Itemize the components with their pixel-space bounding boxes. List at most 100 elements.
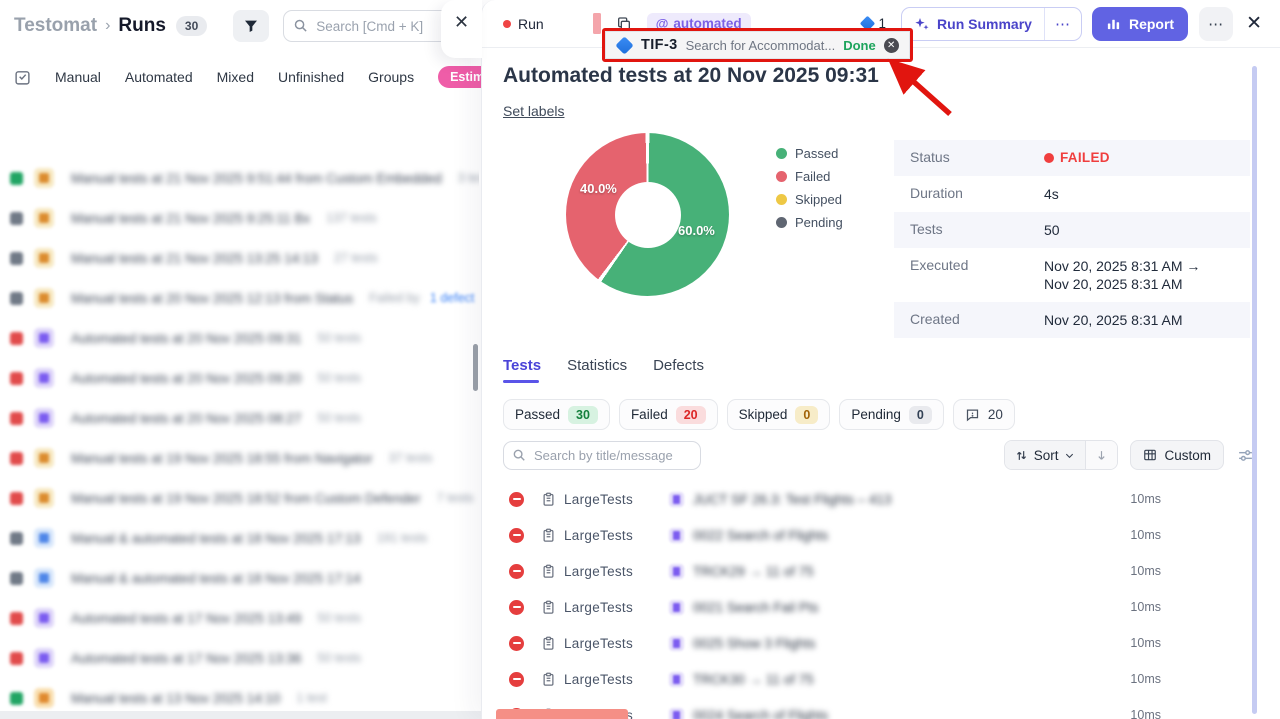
run-list-item[interactable]: Automated tests at 17 Nov 2025 13:36 50 … xyxy=(0,638,479,678)
tab-mixed[interactable]: Mixed xyxy=(217,69,254,85)
run-item-meta: 3 tests xyxy=(458,171,479,185)
sort-button[interactable]: Sort xyxy=(1005,441,1086,469)
run-title: Automated tests at 20 Nov 2025 09:31 xyxy=(503,64,879,88)
test-tag-icon xyxy=(669,636,684,651)
jira-issue-tooltip[interactable]: TIF-3 Search for Accommodat... Done ✕ xyxy=(605,31,910,59)
issue-summary: Search for Accommodat... xyxy=(686,38,836,53)
filter-count-badge: 0 xyxy=(909,406,932,424)
filter-label: Failed xyxy=(631,407,668,422)
run-status-icon xyxy=(10,572,23,585)
tab-defects[interactable]: Defects xyxy=(653,357,704,383)
info-row: Created Nov 20, 2025 8:31 AM xyxy=(894,302,1250,338)
run-list-item[interactable]: Automated tests at 17 Nov 2025 13:49 50 … xyxy=(0,598,479,638)
left-scrollbar[interactable] xyxy=(473,344,478,391)
sparkles-icon xyxy=(914,16,930,32)
run-summary-button[interactable]: Run Summary ⋯ xyxy=(901,7,1082,41)
test-list-item[interactable]: LargeTests 0022 Search of Flights 10ms xyxy=(503,517,1254,553)
run-item-title: Manual tests at 21 Nov 2025 9:25:11 Bx xyxy=(71,211,310,226)
test-list-item[interactable]: LargeTests 0025 Show 3 Flights 10ms xyxy=(503,625,1254,661)
test-tag-icon xyxy=(669,564,684,579)
test-suite-label: LargeTests xyxy=(564,564,633,579)
test-suite-label: LargeTests xyxy=(564,492,633,507)
filter-failed[interactable]: Failed 20 xyxy=(619,399,718,430)
info-row: Executed Nov 20, 2025 8:31 AM →Nov 20, 2… xyxy=(894,248,1250,302)
checklist-icon[interactable] xyxy=(14,69,31,86)
run-list-item[interactable]: Automated tests at 20 Nov 2025 09:20 50 … xyxy=(0,358,479,398)
filter-button[interactable] xyxy=(233,10,269,42)
run-type-icon xyxy=(34,648,54,668)
filter-pending[interactable]: Pending 0 xyxy=(839,399,944,430)
runs-list-panel: Testomat › Runs 30 Manual Automated Mixe… xyxy=(0,0,481,719)
tab-statistics[interactable]: Statistics xyxy=(567,357,627,383)
sort-control: Sort xyxy=(1004,440,1119,470)
report-button[interactable]: Report xyxy=(1092,7,1188,41)
set-labels-link[interactable]: Set labels xyxy=(503,103,564,119)
test-title: 0022 Search of Flights xyxy=(693,528,828,543)
test-list-item[interactable]: LargeTests 0021 Search Fail Pts 10ms xyxy=(503,589,1254,625)
donut-hole xyxy=(615,182,681,248)
partial-row-highlight xyxy=(496,709,628,719)
run-list-item[interactable]: Manual tests at 21 Nov 2025 13:25 14:13 … xyxy=(0,238,479,278)
tab-tests[interactable]: Tests xyxy=(503,357,541,383)
test-tag-icon xyxy=(669,528,684,543)
run-list-item[interactable]: Automated tests at 20 Nov 2025 08:27 50 … xyxy=(0,398,479,438)
run-summary-label: Run Summary xyxy=(937,16,1032,32)
run-status-chip: Run xyxy=(503,16,544,32)
breadcrumb-app[interactable]: Testomat xyxy=(14,15,97,37)
panel-close-button[interactable]: ✕ xyxy=(1246,12,1262,35)
run-list-item[interactable]: Manual & automated tests at 18 Nov 2025 … xyxy=(0,558,479,598)
tab-groups[interactable]: Groups xyxy=(368,69,414,85)
tab-unfinished[interactable]: Unfinished xyxy=(278,69,344,85)
test-list-item[interactable]: LargeTests JUCT SF 26.3: Test Flights – … xyxy=(503,481,1254,517)
test-list-item[interactable]: LargeTests TRCK29 → 11 of 75 10ms xyxy=(503,553,1254,589)
test-title: 0025 Show 3 Flights xyxy=(693,636,815,651)
info-value: 50 xyxy=(1044,221,1060,239)
panel-close-notch[interactable]: ✕ xyxy=(441,0,482,58)
test-list-item[interactable]: LargeTests TRCK30 → 11 of 75 10ms xyxy=(503,661,1254,697)
run-item-meta: 7 tests xyxy=(437,491,474,505)
test-suite-label: LargeTests xyxy=(564,600,633,615)
run-summary-main[interactable]: Run Summary xyxy=(902,16,1044,32)
run-list-item[interactable]: Automated tests at 20 Nov 2025 09:31 50 … xyxy=(0,318,479,358)
run-defect-link[interactable]: 1 defect xyxy=(430,291,474,305)
test-duration: 10ms xyxy=(1130,672,1161,686)
breadcrumb-page: Runs xyxy=(118,15,166,37)
run-list-item[interactable]: Manual tests at 21 Nov 2025 9:51:44 from… xyxy=(0,158,479,198)
test-tag-icon xyxy=(669,708,684,719)
panel-more-button[interactable]: ⋯ xyxy=(1199,7,1233,41)
tests-list: LargeTests JUCT SF 26.3: Test Flights – … xyxy=(503,481,1254,719)
close-icon: ✕ xyxy=(454,13,469,31)
run-list-item[interactable]: Manual tests at 13 Nov 2025 14:10 1 test xyxy=(0,678,479,711)
chart-legend: Passed Failed Skipped Pending xyxy=(776,146,843,230)
filter-passed[interactable]: Passed 30 xyxy=(503,399,610,430)
tab-automated[interactable]: Automated xyxy=(125,69,193,85)
legend-item: Skipped xyxy=(776,192,843,207)
run-list-item[interactable]: Manual tests at 19 Nov 2025 18:52 from C… xyxy=(0,478,479,518)
run-type-icon xyxy=(34,688,54,708)
info-label: Status xyxy=(910,149,1044,167)
run-item-title: Automated tests at 20 Nov 2025 09:31 xyxy=(71,331,301,346)
run-item-meta: 50 tests xyxy=(317,371,361,385)
run-status-icon xyxy=(10,292,23,305)
run-list-item[interactable]: Manual tests at 19 Nov 2025 18:55 from N… xyxy=(0,438,479,478)
test-duration: 10ms xyxy=(1130,600,1161,614)
filter-comments[interactable]: 20 xyxy=(953,399,1015,430)
run-summary-more-button[interactable]: ⋯ xyxy=(1044,8,1081,40)
failed-test-icon xyxy=(509,636,524,651)
custom-columns-button[interactable]: Custom xyxy=(1130,440,1224,470)
detail-scrollbar[interactable] xyxy=(1252,66,1257,714)
annotation-highlight-box: TIF-3 Search for Accommodat... Done ✕ xyxy=(602,28,913,62)
run-list-item[interactable]: Manual & automated tests at 18 Nov 2025 … xyxy=(0,518,479,558)
run-list-item[interactable]: Manual tests at 20 Nov 2025 12:13 from S… xyxy=(0,278,479,318)
tab-manual[interactable]: Manual xyxy=(55,69,101,85)
tests-search-input[interactable] xyxy=(503,441,701,470)
bar-chart-icon xyxy=(1106,16,1121,31)
comment-icon xyxy=(965,407,980,422)
run-item-meta: 27 tests xyxy=(334,251,378,265)
issue-remove-button[interactable]: ✕ xyxy=(884,38,899,53)
filter-skipped[interactable]: Skipped 0 xyxy=(727,399,831,430)
test-suite-label: LargeTests xyxy=(564,528,633,543)
run-type-icon xyxy=(34,608,54,628)
run-list-item[interactable]: Manual tests at 21 Nov 2025 9:25:11 Bx 1… xyxy=(0,198,479,238)
sort-direction-button[interactable] xyxy=(1085,441,1117,469)
